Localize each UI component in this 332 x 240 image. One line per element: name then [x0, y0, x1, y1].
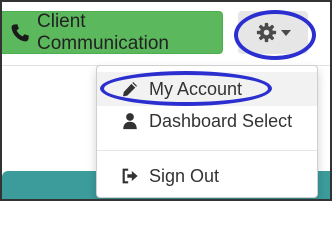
- menu-item-dashboard-select[interactable]: Dashboard Select: [97, 104, 317, 138]
- client-communication-label: Client Communication: [37, 10, 169, 54]
- menu-item-sign-out[interactable]: Sign Out: [97, 159, 317, 193]
- gear-icon: [256, 22, 277, 43]
- menu-divider: [97, 150, 317, 151]
- user-icon: [121, 112, 141, 130]
- client-communication-button[interactable]: Client Communication: [2, 10, 223, 54]
- caret-down-icon: [280, 29, 291, 36]
- pencil-icon: [121, 80, 141, 98]
- settings-dropdown-menu: My Account Dashboard Select Sign Out: [96, 65, 318, 198]
- menu-item-label: My Account: [149, 78, 243, 99]
- menu-item-label: Sign Out: [149, 165, 220, 186]
- menu-item-label: Dashboard Select: [149, 110, 293, 131]
- settings-dropdown-button[interactable]: [238, 11, 308, 54]
- sign-out-icon: [121, 167, 141, 185]
- menu-item-my-account[interactable]: My Account: [97, 72, 317, 106]
- phone-icon: [10, 23, 30, 43]
- screenshot-frame: Client Communication My Account Dashboar…: [0, 0, 332, 201]
